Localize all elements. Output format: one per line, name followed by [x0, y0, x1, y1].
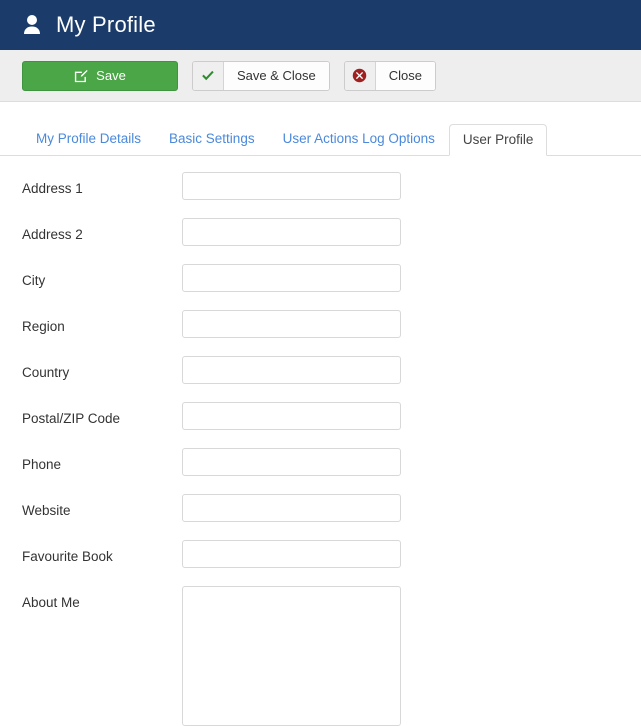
field-row-favourite-book: Favourite Book	[0, 540, 641, 586]
label-address-1: Address 1	[22, 181, 83, 196]
label-about-me: About Me	[22, 595, 80, 610]
region-input[interactable]	[182, 310, 401, 338]
close-button-label: Close	[375, 61, 436, 90]
phone-input[interactable]	[182, 448, 401, 476]
label-postal-zip-code: Postal/ZIP Code	[22, 411, 121, 426]
label-country: Country	[22, 365, 70, 380]
tab-bar: My Profile Details Basic Settings User A…	[0, 122, 641, 156]
field-row-address-2: Address 2	[0, 218, 641, 264]
toolbar: Save Save & Close Close	[0, 50, 641, 102]
label-website: Website	[22, 503, 71, 518]
city-input[interactable]	[182, 264, 401, 292]
field-row-postal-zip-code: Postal/ZIP Code	[0, 402, 641, 448]
favourite-book-input[interactable]	[182, 540, 401, 568]
address-1-input[interactable]	[182, 172, 401, 200]
label-region: Region	[22, 319, 65, 334]
edit-square-icon	[75, 69, 88, 82]
label-phone: Phone	[22, 457, 62, 472]
label-city: City	[22, 273, 46, 288]
user-profile-form: Address 1 Address 2 City Region Country …	[0, 156, 641, 726]
page-header: My Profile	[0, 0, 641, 50]
user-icon	[24, 15, 40, 34]
field-row-about-me: About Me	[0, 586, 641, 726]
save-button[interactable]: Save	[22, 60, 178, 91]
address-2-input[interactable]	[182, 218, 401, 246]
tabs-container: My Profile Details Basic Settings User A…	[0, 102, 641, 156]
field-row-phone: Phone	[0, 448, 641, 494]
field-row-website: Website	[0, 494, 641, 540]
postal-zip-code-input[interactable]	[182, 402, 401, 430]
field-row-country: Country	[0, 356, 641, 402]
field-row-region: Region	[0, 310, 641, 356]
tab-user-actions-log-options[interactable]: User Actions Log Options	[269, 131, 449, 156]
field-row-city: City	[0, 264, 641, 310]
country-input[interactable]	[182, 356, 401, 384]
close-button[interactable]: Close	[343, 60, 437, 91]
about-me-textarea[interactable]	[182, 586, 401, 726]
label-address-2: Address 2	[22, 227, 83, 242]
label-favourite-book: Favourite Book	[22, 549, 113, 564]
tab-my-profile-details[interactable]: My Profile Details	[22, 131, 155, 156]
website-input[interactable]	[182, 494, 401, 522]
save-button-label: Save	[96, 68, 126, 83]
save-and-close-button[interactable]: Save & Close	[192, 60, 330, 91]
checkmark-icon	[193, 61, 224, 90]
save-and-close-button-label: Save & Close	[224, 61, 329, 90]
page-title: My Profile	[56, 12, 156, 37]
cancel-circle-icon	[344, 61, 376, 90]
tab-user-profile[interactable]: User Profile	[448, 123, 548, 156]
tab-basic-settings[interactable]: Basic Settings	[155, 131, 269, 156]
field-row-address-1: Address 1	[0, 172, 641, 218]
